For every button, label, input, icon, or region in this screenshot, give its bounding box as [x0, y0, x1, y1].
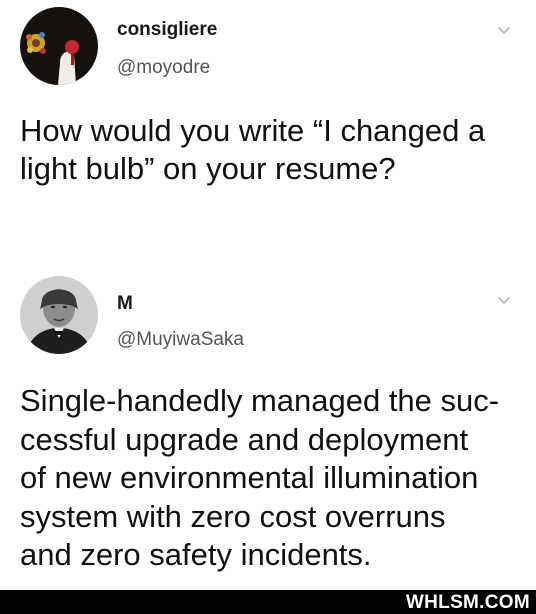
watermark-bar: WHLSM.COM	[0, 590, 536, 614]
user-handle[interactable]: @MuyiwaSaka	[117, 329, 244, 351]
chevron-down-icon[interactable]	[497, 24, 511, 38]
user-handle[interactable]: @moyodre	[117, 57, 210, 79]
tweet-text: How would you write “I changed a light b…	[20, 113, 486, 186]
display-name[interactable]: M	[117, 293, 133, 315]
tweet-card-m[interactable]: M @MuyiwaSaka Single-handedly managed th…	[0, 268, 536, 588]
display-name[interactable]: consigliere	[117, 19, 217, 41]
tweet-text: Single-handedly managed the suc- cessful…	[20, 383, 500, 572]
watermark-text: WHLSM.COM	[405, 592, 530, 613]
user-avatar[interactable]	[20, 7, 98, 85]
flower-portrait-avatar-icon	[20, 7, 98, 85]
vintage-portrait-avatar-icon	[20, 276, 98, 354]
chevron-down-icon[interactable]	[497, 294, 511, 308]
user-avatar[interactable]	[20, 276, 98, 354]
tweet-card-consigliere[interactable]: consigliere @moyodre How would you write…	[0, 0, 536, 268]
